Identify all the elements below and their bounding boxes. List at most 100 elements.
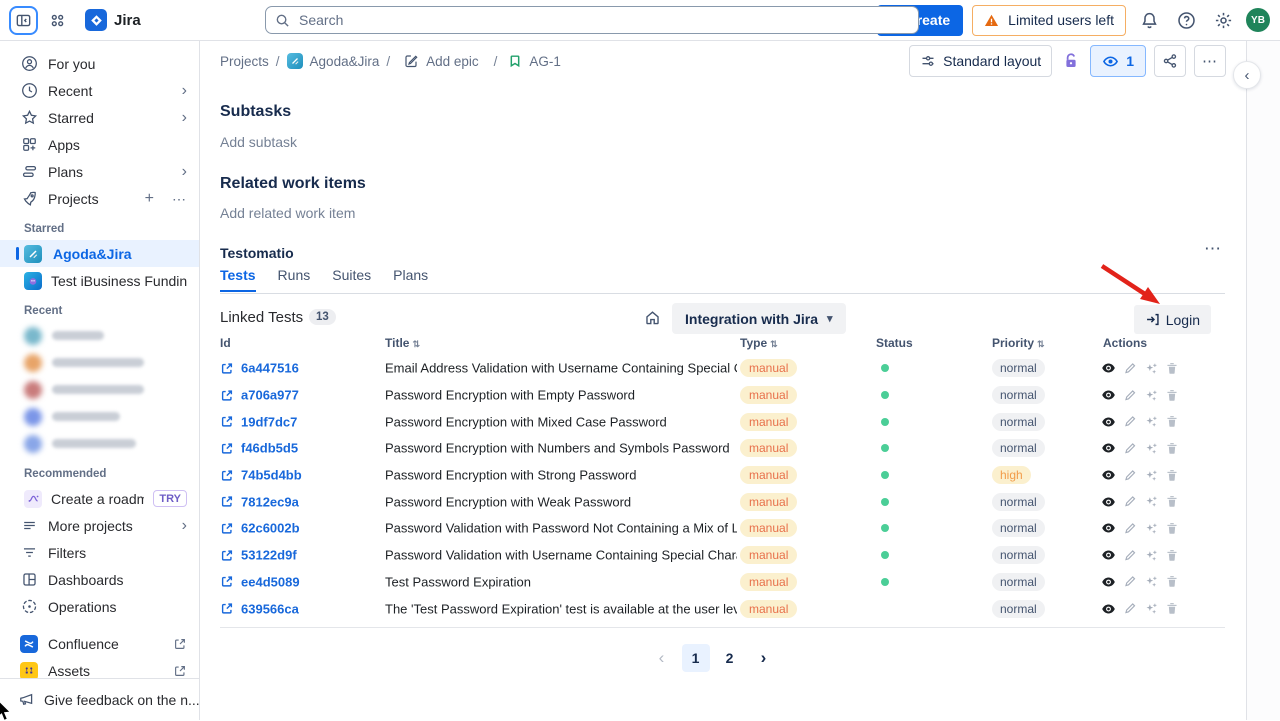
project-selector-dropdown[interactable]: Integration with Jira ▾: [672, 303, 846, 334]
limited-users-button[interactable]: Limited users left: [972, 5, 1126, 36]
sidebar-item-plans[interactable]: Plans ›: [0, 158, 199, 185]
prev-page-button[interactable]: ‹: [648, 644, 676, 672]
ai-sparkles-icon[interactable]: [1144, 575, 1158, 589]
recent-project-blurred[interactable]: [0, 430, 199, 457]
breadcrumb-issue-key[interactable]: AG-1: [529, 54, 561, 69]
test-id-link[interactable]: a706a977: [241, 388, 299, 403]
collapse-panel-button[interactable]: ‹: [1233, 61, 1261, 89]
tab-runs[interactable]: Runs: [278, 267, 311, 292]
ai-sparkles-icon[interactable]: [1144, 495, 1158, 509]
column-header-title[interactable]: Title⇅: [385, 336, 420, 350]
open-test-external-icon[interactable]: [220, 548, 234, 562]
open-test-external-icon[interactable]: [220, 361, 234, 375]
edit-test-icon[interactable]: [1123, 602, 1137, 616]
test-id-link[interactable]: 74b5d4bb: [241, 468, 302, 483]
view-test-icon[interactable]: [1101, 388, 1116, 403]
watchers-button[interactable]: 1: [1090, 45, 1146, 77]
app-switcher-icon[interactable]: [43, 6, 71, 34]
next-page-button[interactable]: ›: [750, 644, 778, 672]
edit-test-icon[interactable]: [1123, 468, 1137, 482]
view-test-icon[interactable]: [1101, 414, 1116, 429]
open-test-external-icon[interactable]: [220, 441, 234, 455]
more-actions-button[interactable]: ⋯: [1194, 45, 1226, 77]
add-project-icon[interactable]: +: [145, 191, 154, 207]
edit-test-icon[interactable]: [1123, 361, 1137, 375]
edit-test-icon[interactable]: [1123, 388, 1137, 402]
ai-sparkles-icon[interactable]: [1144, 441, 1158, 455]
help-icon[interactable]: [1172, 6, 1200, 34]
test-id-link[interactable]: 6a447516: [241, 361, 299, 376]
test-id-link[interactable]: 53122d9f: [241, 548, 297, 563]
recent-project-blurred[interactable]: [0, 403, 199, 430]
avatar[interactable]: YB: [1246, 8, 1270, 32]
ai-sparkles-icon[interactable]: [1144, 521, 1158, 535]
column-header-priority[interactable]: Priority⇅: [992, 336, 1045, 350]
view-test-icon[interactable]: [1101, 601, 1116, 616]
open-test-external-icon[interactable]: [220, 415, 234, 429]
tab-suites[interactable]: Suites: [332, 267, 371, 292]
delete-test-icon[interactable]: [1165, 468, 1179, 482]
edit-test-icon[interactable]: [1123, 495, 1137, 509]
sidebar-item-recent[interactable]: Recent ›: [0, 77, 199, 104]
edit-test-icon[interactable]: [1123, 415, 1137, 429]
breadcrumb-project[interactable]: Agoda&Jira: [310, 54, 380, 69]
page-1-button[interactable]: 1: [682, 644, 710, 672]
give-feedback-button[interactable]: Give feedback on the n...: [0, 678, 199, 720]
sidebar-item-projects[interactable]: Projects + ⋯: [0, 185, 199, 212]
view-test-icon[interactable]: [1101, 361, 1116, 376]
edit-test-icon[interactable]: [1123, 441, 1137, 455]
ai-sparkles-icon[interactable]: [1144, 361, 1158, 375]
layout-button[interactable]: Standard layout: [909, 45, 1052, 77]
tab-plans[interactable]: Plans: [393, 267, 428, 292]
delete-test-icon[interactable]: [1165, 521, 1179, 535]
testomatio-more-button[interactable]: ⋯: [1204, 239, 1222, 259]
ai-sparkles-icon[interactable]: [1144, 388, 1158, 402]
view-test-icon[interactable]: [1101, 548, 1116, 563]
sidebar-item-apps[interactable]: Apps: [0, 131, 199, 158]
open-test-external-icon[interactable]: [220, 602, 234, 616]
delete-test-icon[interactable]: [1165, 548, 1179, 562]
open-test-external-icon[interactable]: [220, 468, 234, 482]
edit-test-icon[interactable]: [1123, 575, 1137, 589]
recent-project-blurred[interactable]: [0, 349, 199, 376]
sidebar-project-test-ibusiness[interactable]: Test iBusiness Funding: [0, 267, 199, 294]
ai-sparkles-icon[interactable]: [1144, 415, 1158, 429]
sidebar-item-dashboards[interactable]: Dashboards: [0, 566, 199, 593]
ai-sparkles-icon[interactable]: [1144, 548, 1158, 562]
test-id-link[interactable]: 7812ec9a: [241, 494, 299, 509]
projects-more-icon[interactable]: ⋯: [172, 192, 187, 206]
unlock-icon[interactable]: [1062, 52, 1080, 70]
settings-icon[interactable]: [1209, 6, 1237, 34]
breadcrumb-projects[interactable]: Projects: [220, 54, 269, 69]
add-subtask-button[interactable]: Add subtask: [220, 134, 297, 150]
test-id-link[interactable]: 62c6002b: [241, 521, 300, 536]
home-icon[interactable]: [644, 309, 661, 326]
test-id-link[interactable]: ee4d5089: [241, 574, 300, 589]
view-test-icon[interactable]: [1101, 494, 1116, 509]
view-test-icon[interactable]: [1101, 468, 1116, 483]
recent-project-blurred[interactable]: [0, 322, 199, 349]
open-test-external-icon[interactable]: [220, 521, 234, 535]
view-test-icon[interactable]: [1101, 521, 1116, 536]
column-header-id[interactable]: Id: [220, 336, 231, 350]
edit-test-icon[interactable]: [1123, 548, 1137, 562]
delete-test-icon[interactable]: [1165, 602, 1179, 616]
add-related-work-item-button[interactable]: Add related work item: [220, 205, 355, 221]
open-test-external-icon[interactable]: [220, 388, 234, 402]
ai-sparkles-icon[interactable]: [1144, 468, 1158, 482]
sidebar-item-create-roadmap[interactable]: Create a roadmap TRY: [0, 485, 199, 512]
ai-sparkles-icon[interactable]: [1144, 602, 1158, 616]
sidebar-item-operations[interactable]: Operations: [0, 593, 199, 620]
sidebar-item-starred[interactable]: Starred ›: [0, 104, 199, 131]
test-id-link[interactable]: 19df7dc7: [241, 414, 297, 429]
sidebar-item-more-projects[interactable]: More projects ›: [0, 512, 199, 539]
view-test-icon[interactable]: [1101, 441, 1116, 456]
jira-logo[interactable]: Jira: [85, 9, 141, 31]
sidebar-item-confluence[interactable]: Confluence: [0, 630, 199, 657]
login-button[interactable]: Login: [1134, 305, 1211, 334]
recent-project-blurred[interactable]: [0, 376, 199, 403]
delete-test-icon[interactable]: [1165, 415, 1179, 429]
tab-tests[interactable]: Tests: [220, 267, 256, 292]
test-id-link[interactable]: f46db5d5: [241, 441, 298, 456]
delete-test-icon[interactable]: [1165, 495, 1179, 509]
